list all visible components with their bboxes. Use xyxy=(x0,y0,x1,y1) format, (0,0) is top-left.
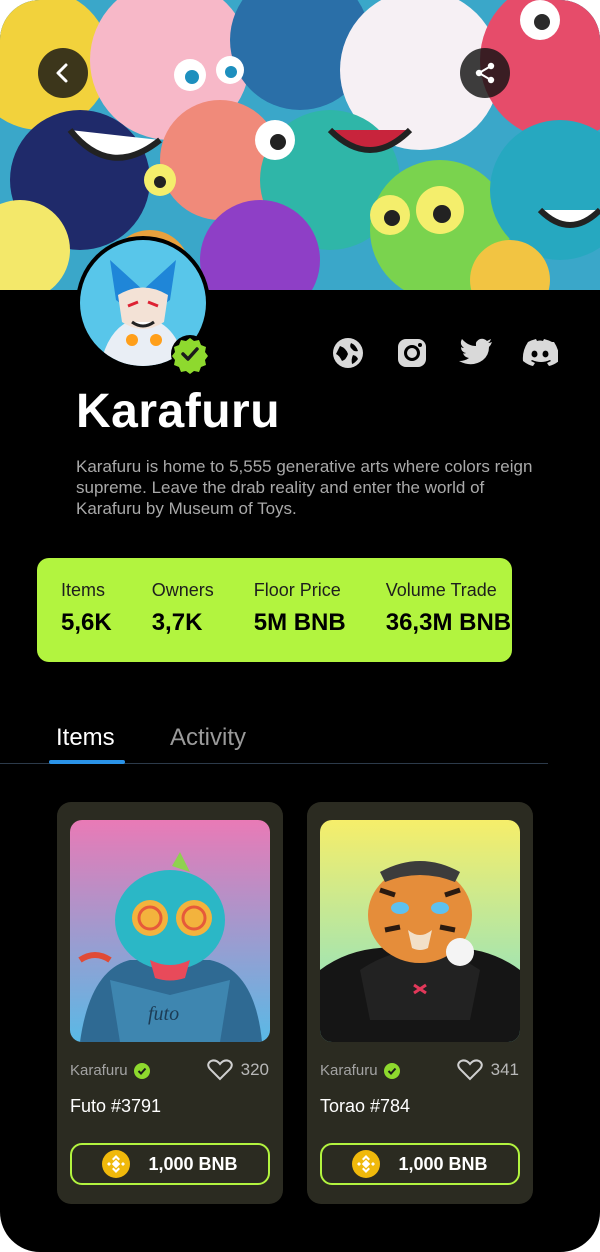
nft-image: futo xyxy=(70,820,270,1042)
stat-value: 5,6K xyxy=(61,609,112,636)
like-count: 320 xyxy=(240,1060,269,1079)
stat-label: Floor Price xyxy=(253,580,341,600)
active-tab-indicator xyxy=(49,760,125,764)
bnb-coin-icon xyxy=(352,1150,381,1178)
instagram-icon[interactable] xyxy=(394,335,430,371)
collection-description: Karafuru is home to 5,555 generative art… xyxy=(76,457,533,518)
verified-icon xyxy=(133,1062,150,1079)
stat-owners: Owners 3,7K xyxy=(152,580,214,662)
twitter-icon[interactable] xyxy=(458,335,494,371)
stat-label: Owners xyxy=(151,580,214,600)
back-button[interactable] xyxy=(38,48,88,98)
price-label: 1,000 BNB xyxy=(398,1153,488,1174)
share-icon xyxy=(475,62,495,84)
chevron-left-icon xyxy=(56,63,68,83)
heart-icon xyxy=(456,1059,483,1081)
buy-button[interactable]: 1,000 BNB xyxy=(70,1143,270,1185)
phone-screen: Karafuru Karafuru is home to 5,555 gener… xyxy=(0,0,600,1252)
nft-collection-name: Karafuru xyxy=(320,1062,378,1079)
price-label: 1,000 BNB xyxy=(148,1153,238,1174)
stat-items: Items 5,6K xyxy=(61,580,112,662)
svg-text:futo: futo xyxy=(148,1003,179,1025)
verified-badge-icon xyxy=(170,334,210,374)
nft-collection: Karafuru xyxy=(320,1062,400,1079)
globe-icon[interactable] xyxy=(330,335,366,371)
nft-collection: Karafuru xyxy=(70,1062,150,1079)
stat-volume-trade: Volume Trade 36,3M BNB xyxy=(386,580,511,662)
like-button[interactable]: 320 xyxy=(206,1059,269,1081)
heart-icon xyxy=(206,1059,233,1081)
tab-items[interactable]: Items xyxy=(56,724,115,752)
tab-bar: Items Activity xyxy=(0,720,548,764)
stat-value: 5M BNB xyxy=(253,609,346,636)
share-button[interactable] xyxy=(460,48,510,98)
stat-floor-price: Floor Price 5M BNB xyxy=(254,580,346,662)
bnb-coin-icon xyxy=(102,1150,131,1178)
nft-name: Torao #784 xyxy=(320,1096,411,1116)
collection-banner xyxy=(0,0,600,290)
like-count: 341 xyxy=(490,1060,519,1079)
nft-card[interactable]: Karafuru 341 Torao #784 1,000 BNB xyxy=(307,802,533,1204)
buy-button[interactable]: 1,000 BNB xyxy=(320,1143,520,1185)
nft-collection-name: Karafuru xyxy=(70,1062,128,1079)
discord-icon[interactable] xyxy=(522,335,558,371)
collection-title: Karafuru xyxy=(76,385,281,438)
like-button[interactable]: 341 xyxy=(456,1059,519,1081)
social-links xyxy=(330,335,558,371)
tab-activity[interactable]: Activity xyxy=(170,724,246,752)
stat-label: Volume Trade xyxy=(385,580,497,600)
nft-card[interactable]: futo Karafuru 320 Futo #3791 1,000 BNB xyxy=(57,802,283,1204)
verified-icon xyxy=(383,1062,400,1079)
stat-label: Items xyxy=(61,580,106,600)
stat-value: 36,3M BNB xyxy=(385,609,512,636)
stat-value: 3,7K xyxy=(151,609,203,636)
stats-panel: Items 5,6K Owners 3,7K Floor Price 5M BN… xyxy=(37,558,512,662)
nft-image xyxy=(320,820,520,1042)
nft-name: Futo #3791 xyxy=(70,1096,162,1116)
